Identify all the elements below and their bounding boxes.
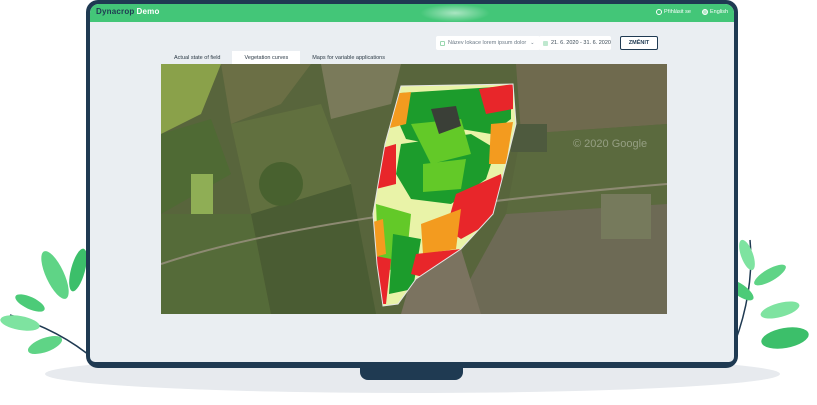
user-icon xyxy=(656,9,662,15)
globe-icon xyxy=(702,9,708,15)
plant-left-illustration xyxy=(0,248,96,361)
tab-vegetation-curves[interactable]: Vegetation curves xyxy=(232,51,301,64)
plant-right-illustration xyxy=(726,239,809,356)
tab-actual-state[interactable]: Actual state of field xyxy=(162,51,232,64)
satellite-map[interactable]: © 2020 Google xyxy=(161,64,667,314)
change-button[interactable]: ZMĚNIT xyxy=(620,36,658,50)
illustration: Dynacrop Demo Přihlásit se English Název … xyxy=(0,0,817,405)
language-switcher[interactable]: English xyxy=(702,9,728,15)
app-screen: Dynacrop Demo Přihlásit se English Název … xyxy=(90,4,734,362)
language-label: English xyxy=(710,9,729,15)
date-range-value: 21. 6. 2020 - 31. 6. 2020 xyxy=(551,40,611,46)
tab-variable-application-maps[interactable]: Maps for variable applications xyxy=(300,51,397,64)
location-pin-icon xyxy=(440,40,445,46)
top-navigation-bar: Dynacrop Demo Přihlásit se English xyxy=(90,4,734,22)
brand-logo[interactable]: Dynacrop Demo xyxy=(96,7,160,16)
login-label: Přihlásit se xyxy=(664,9,691,15)
field-zone-map xyxy=(161,64,667,314)
date-range-picker[interactable]: 21. 6. 2020 - 31. 6. 2020 xyxy=(539,36,611,50)
topbar-highlight xyxy=(420,4,490,22)
login-link[interactable]: Přihlásit se xyxy=(656,9,691,15)
view-tabs: Actual state of field Vegetation curves … xyxy=(162,51,397,64)
calendar-icon xyxy=(543,40,548,46)
brand-suffix: Demo xyxy=(136,7,160,16)
chevron-down-icon: ⌄ xyxy=(530,40,535,46)
map-watermark: © 2020 Google xyxy=(573,138,648,150)
location-select[interactable]: Název lokace lorem ipsum dolor ⌄ xyxy=(436,36,540,50)
location-value: Název lokace lorem ipsum dolor xyxy=(448,40,527,46)
brand-name: Dynacrop xyxy=(96,7,135,16)
